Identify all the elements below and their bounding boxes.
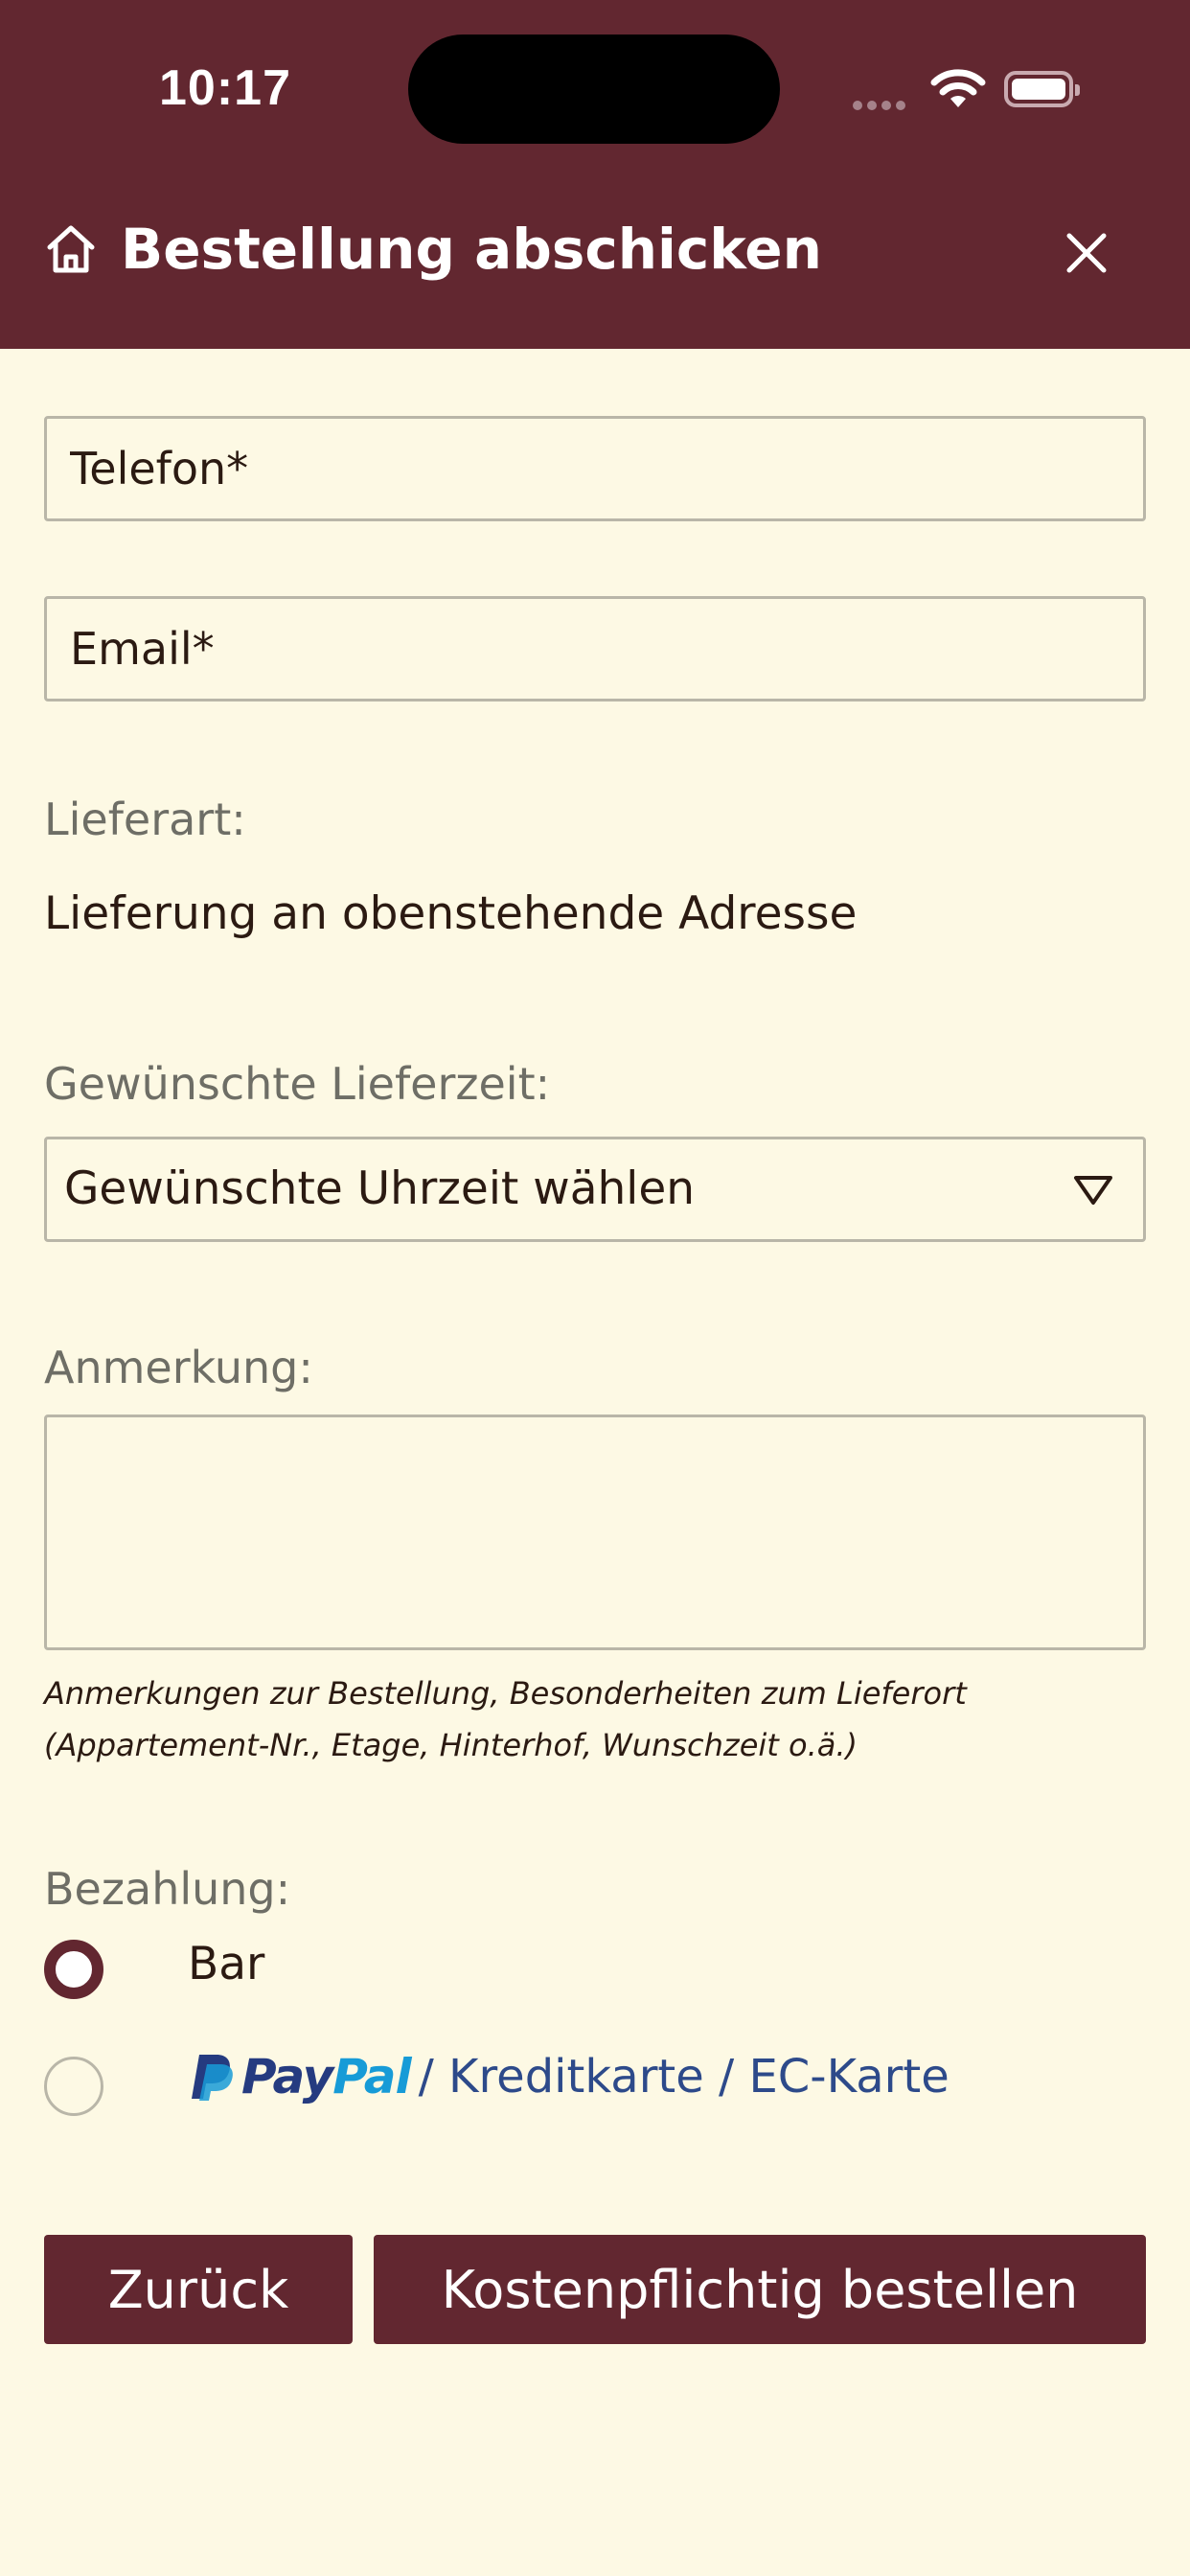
phone-field-wrapper xyxy=(44,416,1146,521)
page-title: Bestellung abschicken xyxy=(121,217,822,282)
order-button[interactable]: Kostenpflichtig bestellen xyxy=(374,2235,1146,2344)
status-bar: 10:17 xyxy=(0,0,1190,163)
delivery-type-label: Lieferart: xyxy=(44,794,246,845)
note-label: Anmerkung: xyxy=(44,1342,313,1393)
delivery-time-label: Gewünschte Lieferzeit: xyxy=(44,1058,551,1110)
close-icon[interactable] xyxy=(1062,228,1111,278)
phone-field[interactable] xyxy=(47,419,1143,518)
payment-option-card-label: / Kreditkarte / EC-Karte xyxy=(418,2050,950,2104)
cellular-signal-icon xyxy=(853,96,910,114)
payment-option-paypal[interactable]: PayPal / Kreditkarte / EC-Karte xyxy=(188,2049,950,2116)
paypal-logo-pay: Pay xyxy=(241,2049,333,2104)
status-time: 10:17 xyxy=(159,60,291,116)
note-hint-line1: Anmerkungen zur Bestellung, Besonderheit… xyxy=(44,1675,967,1712)
note-textarea[interactable] xyxy=(47,1417,1143,1647)
dropdown-triangle-icon xyxy=(1074,1176,1112,1205)
delivery-time-select[interactable]: Gewünschte Uhrzeit wählen xyxy=(44,1137,1146,1242)
home-icon[interactable] xyxy=(44,222,98,276)
wifi-icon xyxy=(930,69,986,107)
battery-icon xyxy=(1004,71,1080,107)
payment-radio-cash[interactable] xyxy=(44,1940,103,1999)
paypal-logo-icon xyxy=(192,2055,233,2101)
email-field[interactable] xyxy=(47,599,1143,699)
back-button[interactable]: Zurück xyxy=(44,2235,353,2344)
paypal-logo-pal: Pal xyxy=(332,2049,411,2104)
delivery-time-selected: Gewünschte Uhrzeit wählen xyxy=(64,1162,696,1215)
email-field-wrapper xyxy=(44,596,1146,702)
payment-option-cash-label[interactable]: Bar xyxy=(188,1938,264,1990)
delivery-type-value: Lieferung an obenstehende Adresse xyxy=(44,887,858,940)
dynamic-island xyxy=(408,34,780,144)
note-field-wrapper xyxy=(44,1414,1146,1650)
payment-radio-paypal[interactable] xyxy=(44,2057,103,2116)
payment-label: Bezahlung: xyxy=(44,1863,291,1915)
note-hint-line2: (Appartement-Nr., Etage, Hinterhof, Wuns… xyxy=(44,1727,858,1763)
